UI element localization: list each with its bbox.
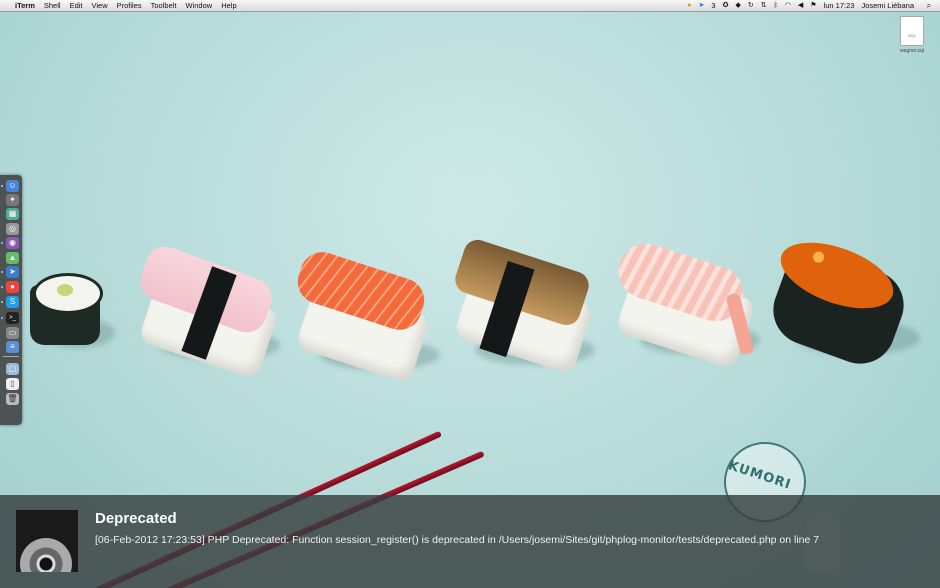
window-icon[interactable]: ▭ <box>6 327 19 339</box>
safari-icon[interactable]: ✦ <box>6 194 19 206</box>
menu-bar: iTerm Shell Edit View Profiles Toolbelt … <box>0 0 940 12</box>
growl-icon[interactable]: ● <box>687 0 691 11</box>
folder-icon[interactable]: ▢ <box>6 363 19 375</box>
android-icon[interactable]: ▲ <box>6 252 19 264</box>
menu-user-name[interactable]: Josemi Liébana <box>861 0 914 11</box>
stack-icon[interactable]: ≡ <box>6 341 19 353</box>
cursor-status-icon[interactable]: ➤ <box>699 0 705 11</box>
file-type-label: SQL <box>907 33 916 38</box>
sushi-squid-nigiri <box>134 241 280 380</box>
finder-icon[interactable]: ☺ <box>6 180 19 192</box>
sushi-roll <box>30 270 103 345</box>
cursor-icon[interactable]: ➤ <box>6 266 19 278</box>
dock: ☺ ✦ ▦ ◎ ◉ ▲ ➤ ● S >_ ▭ ≡ ▢ ▯ 🗑 <box>0 175 22 425</box>
dropbox-icon[interactable]: ◆ <box>735 0 740 11</box>
sushi-salmon-nigiri <box>292 246 431 384</box>
file-name: wagner.sql <box>900 48 924 54</box>
tor-icon[interactable]: ◉ <box>6 237 19 249</box>
chrome-icon[interactable]: ● <box>6 281 19 293</box>
menu-help[interactable]: Help <box>221 0 236 11</box>
sushi-eel-nigiri <box>451 236 595 375</box>
menu-toolbelt[interactable]: Toolbelt <box>151 0 177 11</box>
trash-icon[interactable]: 🗑 <box>6 393 19 405</box>
notification-app-icon <box>16 510 78 572</box>
flag-icon[interactable]: ⚑ <box>810 0 816 11</box>
sushi-ikura-gunkan <box>763 229 914 374</box>
photos-icon[interactable]: ▦ <box>6 208 19 220</box>
bluetooth-icon[interactable]: ᛒ <box>774 0 778 11</box>
wifi-icon[interactable]: ◠ <box>785 0 791 11</box>
spotlight-search-icon[interactable]: ⌕ <box>922 0 936 11</box>
volume-icon[interactable]: ◀ <box>798 0 803 11</box>
menu-shell[interactable]: Shell <box>44 0 61 11</box>
sql-file-icon: SQL <box>900 16 924 46</box>
screenshot-icon[interactable]: ◎ <box>6 223 19 235</box>
badge-count: 3 <box>711 1 716 10</box>
menu-view[interactable]: View <box>92 0 108 11</box>
terminal-icon[interactable]: >_ <box>6 312 19 324</box>
sushi-shrimp-nigiri <box>611 236 760 370</box>
menu-window[interactable]: Window <box>186 0 213 11</box>
menu-clock[interactable]: lun 17:23 <box>824 0 855 11</box>
app-menu-iterm[interactable]: iTerm <box>15 0 35 11</box>
notification-title: Deprecated <box>95 510 177 527</box>
network-icon[interactable]: ⇅ <box>761 0 767 11</box>
menu-profiles[interactable]: Profiles <box>117 0 142 11</box>
document-icon[interactable]: ▯ <box>6 378 19 390</box>
status-app-icon[interactable]: ✪ <box>723 0 729 11</box>
skype-icon[interactable]: S <box>6 296 19 308</box>
notification-message: [06-Feb-2012 17:23:53] PHP Deprecated: F… <box>95 534 820 546</box>
sync-icon[interactable]: ↻ <box>748 0 754 11</box>
menu-edit[interactable]: Edit <box>70 0 83 11</box>
desktop-file-sql[interactable]: SQL wagner.sql <box>893 16 931 54</box>
